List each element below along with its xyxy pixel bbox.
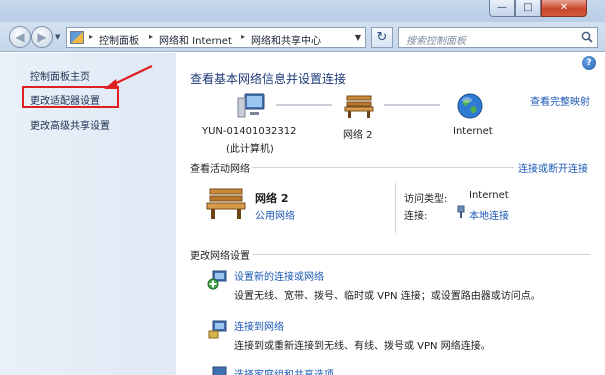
back-button[interactable]: ◀ <box>9 26 31 48</box>
map-connector-line <box>276 104 332 106</box>
internet-label: Internet <box>453 126 493 137</box>
new-connection-icon <box>207 270 227 290</box>
internet-globe-icon <box>457 93 483 119</box>
task-setup-new-connection-desc: 设置无线、宽带、拨号、临时或 VPN 连接；或设置路由器或访问点。 <box>234 291 541 302</box>
computer-name-label: YUN-01401032312 <box>202 126 297 137</box>
breadcrumb-network-internet[interactable]: 网络和 Internet <box>159 32 232 47</box>
breadcrumb-separator[interactable]: ▸ <box>89 32 93 41</box>
connect-to-network-icon <box>208 320 227 339</box>
task-connect-to-network-desc: 连接到或重新连接到无线、有线、拨号或 VPN 网络连接。 <box>234 341 491 352</box>
computer-icon <box>237 93 265 118</box>
sidebar-item-change-advanced-sharing[interactable]: 更改高级共享设置 <box>30 117 110 132</box>
help-icon[interactable]: ? <box>582 56 596 70</box>
task-homegroup-link[interactable]: 选择家庭组和共享选项 <box>234 366 334 375</box>
address-dropdown-icon[interactable]: ▼ <box>355 33 361 42</box>
network-bench-icon <box>344 95 374 118</box>
network-name-label: 网络 2 <box>343 130 373 141</box>
annotation-arrow-icon <box>104 65 153 89</box>
control-panel-icon <box>70 31 84 44</box>
connect-disconnect-link[interactable]: 连接或断开连接 <box>518 160 588 175</box>
active-network-name: 网络 2 <box>255 192 289 205</box>
vertical-divider <box>395 183 396 233</box>
local-connection-link[interactable]: 本地连接 <box>469 207 509 222</box>
search-box[interactable]: 搜索控制面板 <box>398 27 598 48</box>
breadcrumb-separator[interactable]: ▸ <box>241 32 245 41</box>
address-bar[interactable]: ▸ 控制面板 ▸ 网络和 Internet ▸ 网络和共享中心 ▼ <box>66 27 366 48</box>
task-connect-to-network-link[interactable]: 连接到网络 <box>234 318 284 333</box>
section-divider <box>252 254 590 255</box>
page-title: 查看基本网络信息并设置连接 <box>190 72 347 86</box>
ethernet-connection-icon <box>457 205 465 218</box>
close-button[interactable]: ✕ <box>541 0 587 17</box>
access-type-label: 访问类型: <box>404 194 448 205</box>
search-placeholder: 搜索控制面板 <box>406 36 466 47</box>
section-divider <box>252 167 514 168</box>
refresh-button[interactable]: ↻ <box>371 27 393 48</box>
search-icon[interactable] <box>581 31 593 43</box>
title-bar: — □ ✕ <box>0 0 605 22</box>
connection-label: 连接: <box>404 211 428 222</box>
breadcrumb-network-sharing-center[interactable]: 网络和共享中心 <box>251 32 321 47</box>
recent-pages-dropdown-icon[interactable]: ▼ <box>55 33 60 41</box>
map-connector-line <box>384 104 440 106</box>
active-networks-title: 查看活动网络 <box>190 164 250 175</box>
minimize-button[interactable]: — <box>489 0 515 17</box>
computer-sub-label: (此计算机) <box>226 144 274 155</box>
view-full-map-link[interactable]: 查看完整映射 <box>530 93 590 108</box>
maximize-button[interactable]: □ <box>515 0 541 17</box>
forward-button[interactable]: ▶ <box>31 26 53 48</box>
navigation-bar: ◀ ▶ ▼ ▸ 控制面板 ▸ 网络和 Internet ▸ 网络和共享中心 ▼ … <box>0 22 605 52</box>
sidebar-item-control-panel-home[interactable]: 控制面板主页 <box>30 68 90 83</box>
network-type-link[interactable]: 公用网络 <box>255 207 295 222</box>
homegroup-icon <box>212 366 227 375</box>
breadcrumb-control-panel[interactable]: 控制面板 <box>99 32 139 47</box>
breadcrumb-separator[interactable]: ▸ <box>149 32 153 41</box>
change-settings-title: 更改网络设置 <box>190 251 250 262</box>
task-setup-new-connection-link[interactable]: 设置新的连接或网络 <box>234 268 324 283</box>
network-bench-icon-large <box>206 188 246 219</box>
access-type-value: Internet <box>469 190 509 201</box>
